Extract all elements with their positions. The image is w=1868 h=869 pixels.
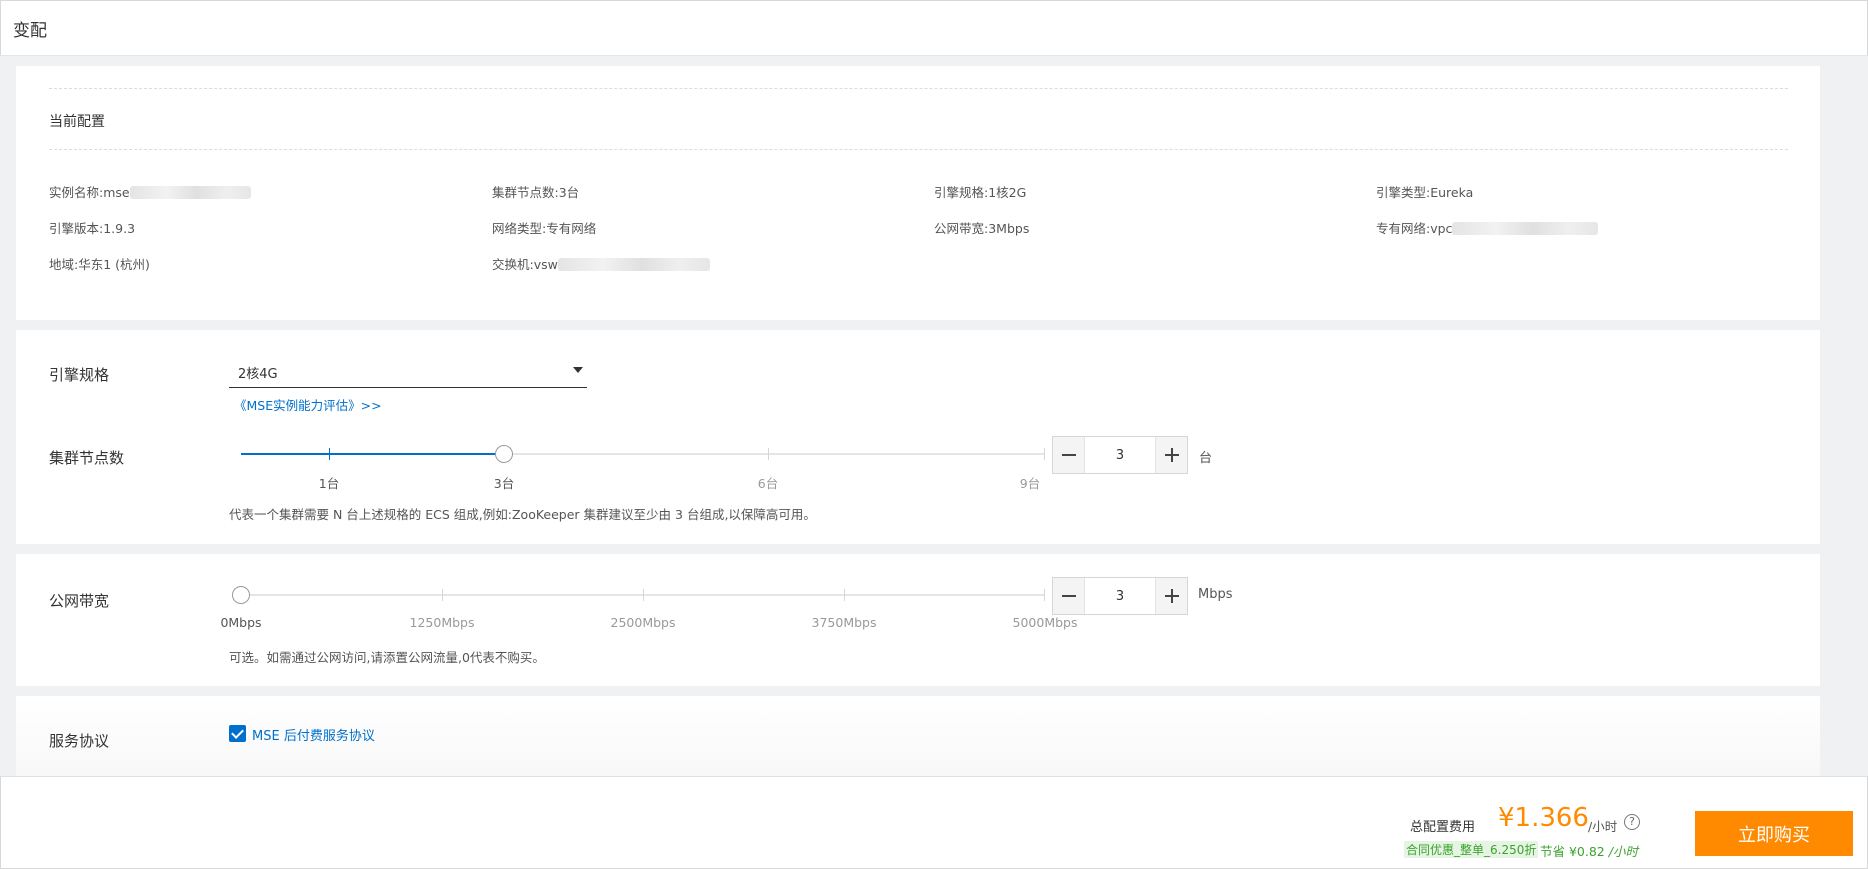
agreement-link[interactable]: MSE 后付费服务协议 [252, 725, 375, 744]
slider-handle[interactable] [495, 445, 513, 463]
slider-tick [1044, 589, 1045, 601]
divider [49, 149, 1788, 150]
minus-icon [1061, 589, 1076, 603]
slider-mark: 3750Mbps [811, 615, 877, 630]
promo-badge: 合同优惠_整单_6.250折 [1404, 841, 1539, 858]
divider [49, 88, 1788, 89]
slider-tick [329, 448, 330, 460]
slider-mark: 3台 [493, 476, 515, 491]
cluster-nodes-hint: 代表一个集群需要 N 台上述规格的 ECS 组成,例如:ZooKeeper 集群… [229, 507, 816, 522]
caret-down-icon [573, 367, 583, 373]
config-instance-name: 实例名称:mse [49, 182, 251, 201]
bandwidth-hint: 可选。如需通过公网访问,请添置公网流量,0代表不购买。 [229, 650, 545, 665]
cluster-nodes-input[interactable] [1085, 437, 1155, 473]
bandwidth-stepper [1052, 577, 1188, 615]
increment-button[interactable] [1155, 578, 1187, 614]
slider-mark: 1台 [318, 476, 340, 491]
buy-now-button[interactable]: 立即购买 [1695, 811, 1853, 856]
slider-fill [241, 453, 504, 455]
page-title: 变配 [13, 21, 47, 41]
slider-mark: 0Mbps [220, 615, 262, 630]
cluster-nodes-unit: 台 [1199, 451, 1213, 466]
bandwidth-input[interactable] [1085, 578, 1155, 614]
agreement-checkbox[interactable] [229, 725, 246, 742]
decrement-button[interactable] [1053, 437, 1085, 473]
order-footer: 总配置费用 ¥1.366 /小时 ? 合同优惠_整单_6.250折 节省 ¥0.… [0, 776, 1868, 869]
slider-mark: 9台 [1019, 476, 1041, 491]
page-header: 变配 [0, 0, 1868, 56]
savings-text: 节省 ¥0.82 /小时 [1540, 844, 1638, 859]
config-engine-spec: 引擎规格:1核2G [934, 185, 1027, 200]
mse-evaluation-link[interactable]: 《MSE实例能力评估》>> [234, 395, 382, 414]
spec-panel: 引擎规格 2核4G 《MSE实例能力评估》>> 集群节点数 1台 3台 6台 9… [16, 330, 1820, 544]
cluster-nodes-stepper [1052, 436, 1188, 474]
slider-tick [442, 589, 443, 601]
bandwidth-panel: 公网带宽 0Mbps 1250Mbps 2500Mbps 3750Mbps 50… [16, 554, 1820, 686]
config-engine-version: 引擎版本:1.9.3 [49, 221, 136, 236]
engine-spec-value: 2核4G [238, 367, 278, 382]
current-config-panel: 当前配置 实例名称:mse 集群节点数:3台 引擎规格:1核2G 引擎类型:Eu… [16, 66, 1820, 320]
service-label: 服务协议 [49, 732, 110, 750]
slider-mark: 6台 [757, 476, 779, 491]
bandwidth-label: 公网带宽 [49, 592, 110, 610]
plus-icon [1164, 589, 1179, 603]
config-engine-type: 引擎类型:Eureka [1376, 185, 1474, 200]
bandwidth-unit: Mbps [1198, 587, 1233, 602]
slider-handle[interactable] [232, 586, 250, 604]
engine-spec-label: 引擎规格 [49, 366, 110, 384]
config-region: 地域:华东1 (杭州) [49, 257, 150, 272]
price-unit: /小时 [1588, 819, 1618, 834]
plus-icon [1164, 448, 1179, 462]
config-node-count: 集群节点数:3台 [492, 185, 580, 200]
decrement-button[interactable] [1053, 578, 1085, 614]
current-config-title: 当前配置 [49, 114, 105, 130]
slider-mark: 5000Mbps [1012, 615, 1078, 630]
config-vswitch: 交换机:vsw [492, 254, 710, 273]
total-price: ¥1.366 [1498, 803, 1589, 833]
slider-tick [1044, 448, 1045, 460]
slider-tick [768, 448, 769, 460]
help-icon[interactable]: ? [1624, 814, 1640, 830]
config-public-bandwidth: 公网带宽:3Mbps [934, 221, 1030, 236]
slider-mark: 1250Mbps [409, 615, 475, 630]
total-cost-label: 总配置费用 [1410, 820, 1476, 835]
slider-tick [844, 589, 845, 601]
config-vpc: 专有网络:vpc [1376, 218, 1599, 237]
page: 变配 当前配置 实例名称:mse 集群节点数:3台 引擎规格:1核2G 引擎类型… [0, 0, 1868, 869]
increment-button[interactable] [1155, 437, 1187, 473]
cluster-nodes-label: 集群节点数 [49, 449, 125, 467]
slider-tick [643, 589, 644, 601]
service-panel: 服务协议 MSE 后付费服务协议 [16, 696, 1820, 776]
minus-icon [1061, 448, 1076, 462]
engine-spec-select[interactable]: 2核4G [229, 356, 587, 388]
slider-mark: 2500Mbps [610, 615, 676, 630]
cluster-nodes-slider[interactable] [241, 444, 1045, 464]
bandwidth-slider[interactable] [232, 585, 1045, 605]
config-network-type: 网络类型:专有网络 [492, 221, 597, 236]
